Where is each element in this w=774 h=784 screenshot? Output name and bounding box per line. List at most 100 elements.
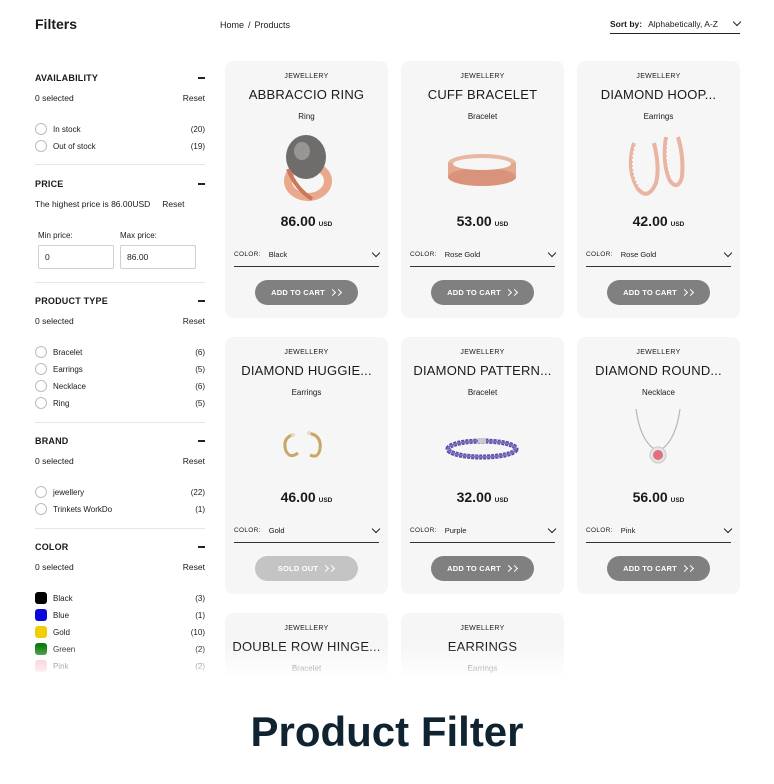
add-to-cart-button[interactable]: ADD TO CART xyxy=(607,280,710,305)
max-price-input[interactable] xyxy=(120,245,196,269)
product-card[interactable]: JEWELLERY DIAMOND ROUND... Necklace 56.00 US… xyxy=(577,337,740,594)
ring-icon[interactable] xyxy=(266,129,346,209)
filters-title: Filters xyxy=(35,16,78,32)
tennis-bracelet-icon[interactable] xyxy=(442,405,522,485)
filter-header-brand[interactable]: BRAND xyxy=(35,434,205,448)
double-chevron-right-icon xyxy=(680,564,694,573)
checkbox[interactable] xyxy=(35,363,47,375)
color-select[interactable]: COLOR: Rose Gold xyxy=(410,243,557,267)
huggie-earrings-icon[interactable] xyxy=(266,405,346,485)
checkbox[interactable] xyxy=(35,346,47,358)
breadcrumb-home-link[interactable]: Home xyxy=(220,20,244,30)
chevron-down-icon xyxy=(371,248,381,257)
color-swatch[interactable] xyxy=(35,609,47,621)
color-swatch[interactable] xyxy=(35,626,47,638)
filter-option-bracelet[interactable]: Bracelet (6) xyxy=(35,345,205,359)
filter-option-jewellery[interactable]: jewellery (22) xyxy=(35,485,205,499)
product-card[interactable]: JEWELLERY DIAMOND HUGGIE... Earrings 46.00 U… xyxy=(225,337,388,594)
product-card[interactable]: JEWELLERY CUFF BRACELET Bracelet 53.00 USD CO… xyxy=(401,61,564,318)
product-name[interactable]: DIAMOND ROUND... xyxy=(583,363,734,378)
add-to-cart-button[interactable]: ADD TO CART xyxy=(431,556,534,581)
reset-link[interactable]: Reset xyxy=(183,316,205,326)
color-label: COLOR: xyxy=(234,527,261,534)
selected-count: 0 selected xyxy=(35,456,74,466)
product-name[interactable]: CUFF BRACELET xyxy=(407,87,558,102)
sort-by-select[interactable]: Sort by: Alphabetically, A-Z xyxy=(610,14,742,34)
collapse-minus-icon[interactable] xyxy=(198,77,205,79)
add-to-cart-button[interactable]: ADD TO CART xyxy=(255,280,358,305)
cta-label: ADD TO CART xyxy=(271,288,325,297)
color-select[interactable]: COLOR: Gold xyxy=(234,519,381,543)
chevron-down-icon xyxy=(723,524,733,533)
checkbox[interactable] xyxy=(35,486,47,498)
option-count: (6) xyxy=(195,347,205,357)
color-label: COLOR: xyxy=(586,251,613,258)
checkbox[interactable] xyxy=(35,140,47,152)
reset-link[interactable]: Reset xyxy=(183,93,205,103)
add-to-cart-button[interactable]: ADD TO CART xyxy=(431,280,534,305)
product-type: Earrings xyxy=(291,388,322,397)
caption-title: Product Filter xyxy=(250,708,524,755)
filter-option-trinkets-workdo[interactable]: Trinkets WorkDo (1) xyxy=(35,502,205,516)
filter-header-product-type[interactable]: PRODUCT TYPE xyxy=(35,294,205,308)
product-price: 53.00 USD xyxy=(401,213,564,231)
cta-label: SOLD OUT xyxy=(277,564,319,573)
filter-option-out-of-stock[interactable]: Out of stock (19) xyxy=(35,139,205,153)
filter-title: PRODUCT TYPE xyxy=(35,296,108,306)
color-swatch[interactable] xyxy=(35,592,47,604)
product-category: JEWELLERY xyxy=(284,625,329,632)
filter-option-color-black[interactable]: Black (3) xyxy=(35,591,205,605)
collapse-minus-icon[interactable] xyxy=(198,440,205,442)
reset-link[interactable]: Reset xyxy=(183,456,205,466)
color-select[interactable]: COLOR: Black xyxy=(234,243,381,267)
double-chevron-right-icon xyxy=(680,288,694,297)
checkbox[interactable] xyxy=(35,123,47,135)
collapse-minus-icon[interactable] xyxy=(198,546,205,548)
option-label: In stock xyxy=(53,124,81,134)
product-name[interactable]: ABBRACCIO RING xyxy=(231,87,382,102)
pendant-necklace-icon[interactable] xyxy=(618,405,698,485)
filter-section-color: COLOR 0 selected Reset xyxy=(35,540,205,572)
color-select[interactable]: COLOR: Pink xyxy=(586,519,733,543)
product-name[interactable]: DIAMOND PATTERN... xyxy=(407,363,558,378)
reset-link[interactable]: Reset xyxy=(162,199,184,209)
color-select[interactable]: COLOR: Purple xyxy=(410,519,557,543)
product-name[interactable]: DIAMOND HUGGIE... xyxy=(231,363,382,378)
product-type: Earrings xyxy=(643,112,674,121)
product-card[interactable]: JEWELLERY DIAMOND PATTERN... Bracelet 32.00… xyxy=(401,337,564,594)
checkbox[interactable] xyxy=(35,503,47,515)
sold-out-button[interactable]: SOLD OUT xyxy=(255,556,358,581)
checkbox[interactable] xyxy=(35,380,47,392)
divider xyxy=(35,164,205,165)
product-card[interactable]: JEWELLERY ABBRACCIO RING Ring 86.00 USD COLOR… xyxy=(225,61,388,318)
filter-header-availability[interactable]: AVAILABILITY xyxy=(35,71,205,85)
filter-option-color-blue[interactable]: Blue (1) xyxy=(35,608,205,622)
color-value: Pink xyxy=(620,526,636,535)
color-select[interactable]: COLOR: Rose Gold xyxy=(586,243,733,267)
option-count: (3) xyxy=(195,593,205,603)
sort-by-label: Sort by: xyxy=(610,18,643,29)
cuff-bracelet-icon[interactable] xyxy=(442,129,522,209)
cta-label: ADD TO CART xyxy=(623,288,677,297)
price-value: 86.00 xyxy=(280,213,316,229)
min-price-input[interactable] xyxy=(38,245,114,269)
reset-link[interactable]: Reset xyxy=(183,562,205,572)
option-label: jewellery xyxy=(53,487,85,497)
filter-option-in-stock[interactable]: In stock (20) xyxy=(35,122,205,136)
color-value: Rose Gold xyxy=(620,250,657,259)
filter-option-earrings[interactable]: Earrings (5) xyxy=(35,362,205,376)
product-card[interactable]: JEWELLERY DIAMOND HOOP... Earrings 42.00 USD… xyxy=(577,61,740,318)
checkbox[interactable] xyxy=(35,397,47,409)
product-name[interactable]: DIAMOND HOOP... xyxy=(583,87,734,102)
hoop-earrings-icon[interactable] xyxy=(618,129,698,209)
top-bar: Filters Home / Products Sort by: Alphabe… xyxy=(0,0,774,50)
filter-header-color[interactable]: COLOR xyxy=(35,540,205,554)
filter-option-ring[interactable]: Ring (5) xyxy=(35,396,205,410)
filter-option-color-gold[interactable]: Gold (10) xyxy=(35,625,205,639)
filter-option-necklace[interactable]: Necklace (6) xyxy=(35,379,205,393)
collapse-minus-icon[interactable] xyxy=(198,183,205,185)
double-chevron-right-icon xyxy=(322,564,336,573)
add-to-cart-button[interactable]: ADD TO CART xyxy=(607,556,710,581)
collapse-minus-icon[interactable] xyxy=(198,300,205,302)
filter-header-price[interactable]: PRICE xyxy=(35,177,205,191)
